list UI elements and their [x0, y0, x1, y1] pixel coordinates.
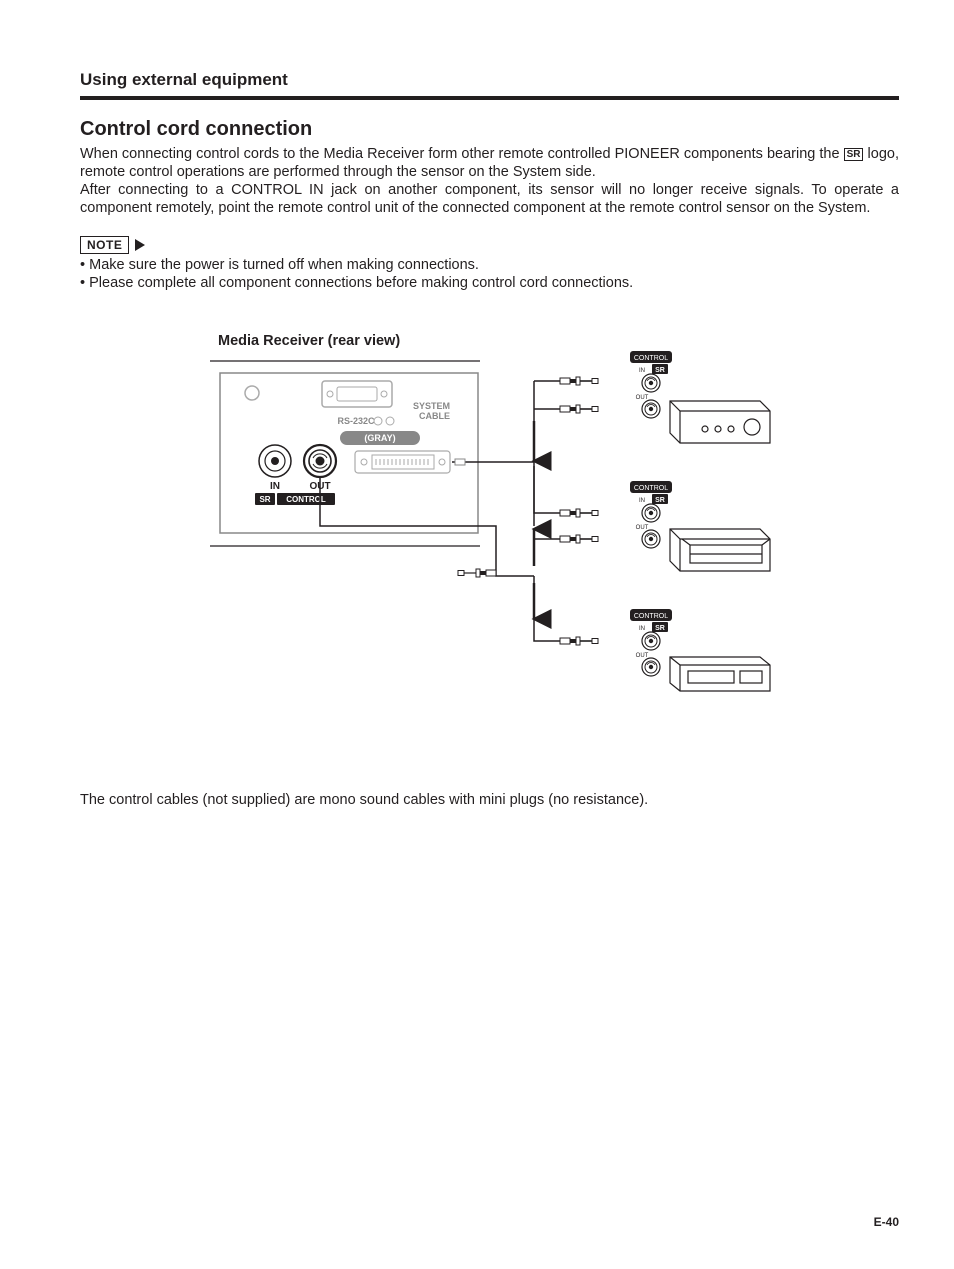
- note-arrow-icon: [135, 239, 145, 251]
- note-item: Please complete all component connection…: [80, 274, 899, 293]
- intro-paragraph-2: After connecting to a CONTROL IN jack on…: [80, 181, 899, 217]
- sr-label-main: SR: [259, 495, 270, 504]
- para1a-text: When connecting control cords to the Med…: [80, 146, 844, 162]
- gray-label: (GRAY): [364, 433, 395, 443]
- footnote-text: The control cables (not supplied) are mo…: [80, 791, 899, 810]
- rs232c-label: RS-232C: [337, 416, 375, 426]
- intro-paragraph-1: When connecting control cords to the Med…: [80, 145, 899, 181]
- page-number: E-40: [874, 1215, 899, 1229]
- system-cable-label-2: CABLE: [419, 411, 450, 421]
- connection-diagram: Media Receiver (rear view): [200, 333, 899, 771]
- divider-thick: [80, 96, 899, 100]
- section-header: Using external equipment: [80, 70, 899, 96]
- note-list: Make sure the power is turned off when m…: [80, 256, 899, 294]
- diagram-title: Media Receiver (rear view): [218, 333, 899, 349]
- note-heading: NOTE: [80, 236, 899, 254]
- note-label: NOTE: [80, 236, 129, 254]
- system-cable-label-1: SYSTEM: [413, 401, 450, 411]
- page-title: Control cord connection: [80, 118, 899, 141]
- page: Using external equipment Control cord co…: [0, 0, 954, 1269]
- note-item: Make sure the power is turned off when m…: [80, 256, 899, 275]
- diagram-svg: CONTROL IN SR OUT: [200, 351, 800, 771]
- in-label-main: IN: [270, 481, 280, 492]
- sr-logo-inline: SR: [844, 148, 864, 161]
